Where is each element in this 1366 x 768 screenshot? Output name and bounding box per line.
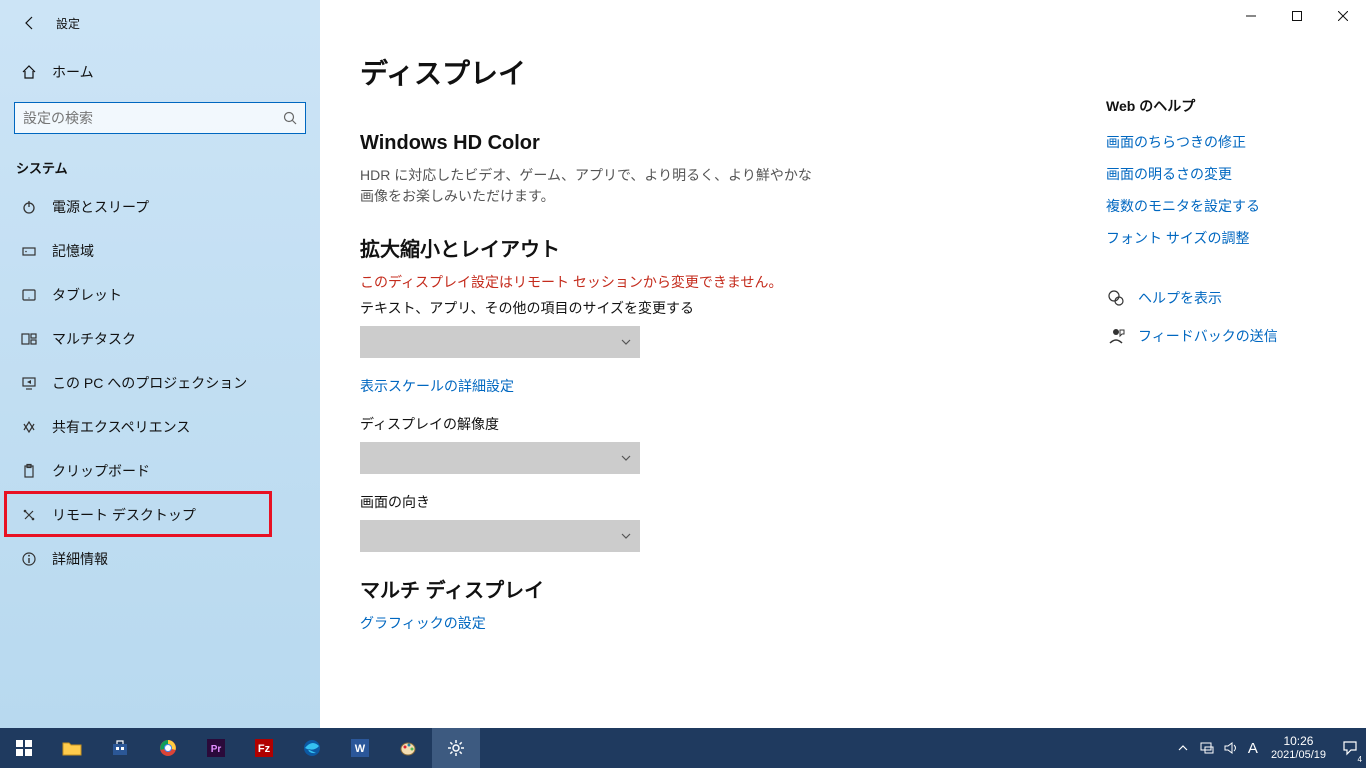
search-icon: [283, 111, 297, 125]
search-box[interactable]: [14, 102, 306, 134]
multi-display-title: マルチ ディスプレイ: [360, 574, 1326, 603]
clipboard-icon: [20, 462, 38, 480]
scale-combobox[interactable]: [360, 326, 640, 358]
svg-text:W: W: [355, 743, 366, 755]
sidebar-section-label: システム: [0, 140, 320, 185]
storage-icon: [20, 242, 38, 260]
sidebar-item-label: 記憶域: [52, 241, 94, 261]
search-input[interactable]: [23, 110, 283, 126]
chevron-down-icon: [620, 336, 632, 348]
minimize-button[interactable]: [1228, 0, 1274, 32]
web-help-title: Web のヘルプ: [1106, 96, 1326, 116]
taskbar-premiere[interactable]: Pr: [192, 728, 240, 768]
sidebar-item-label: タブレット: [52, 285, 122, 305]
paint-icon: [399, 739, 417, 757]
premiere-icon: Pr: [207, 739, 225, 757]
get-help-label: ヘルプを表示: [1138, 288, 1222, 308]
sidebar-item-label: リモート デスクトップ: [52, 505, 196, 525]
resolution-label: ディスプレイの解像度: [360, 414, 1326, 434]
maximize-button[interactable]: [1274, 0, 1320, 32]
sidebar-item-multitask[interactable]: マルチタスク: [0, 317, 320, 361]
sidebar-item-label: 電源とスリープ: [52, 197, 149, 217]
taskbar-clock[interactable]: 10:26 2021/05/19: [1263, 734, 1334, 762]
power-icon: [20, 198, 38, 216]
help-link[interactable]: 複数のモニタを設定する: [1106, 196, 1326, 216]
taskbar: Pr Fz W A 10:26 2021/05/19 4: [0, 728, 1366, 768]
window-title: 設定: [56, 15, 80, 32]
svg-text:Fz: Fz: [258, 743, 271, 755]
taskbar-date: 2021/05/19: [1271, 749, 1326, 762]
sidebar: 設定 ホーム システム 電源とスリープ記憶域タブレットマルチタスクこの PC へ…: [0, 0, 320, 728]
word-icon: W: [351, 739, 369, 757]
help-icon: [1106, 288, 1126, 308]
feedback-action[interactable]: フィードバックの送信: [1106, 326, 1326, 346]
taskbar-settings[interactable]: [432, 728, 480, 768]
sidebar-item-label: クリップボード: [52, 461, 150, 481]
orientation-label: 画面の向き: [360, 492, 1326, 512]
advanced-scale-link[interactable]: 表示スケールの詳細設定: [360, 376, 514, 396]
info-icon: [20, 550, 38, 568]
sidebar-home-label: ホーム: [52, 62, 94, 82]
sidebar-item-label: この PC へのプロジェクション: [52, 373, 247, 393]
svg-text:Pr: Pr: [211, 744, 222, 755]
sidebar-item-label: 詳細情報: [52, 549, 108, 569]
gear-icon: [447, 739, 465, 757]
close-button[interactable]: [1320, 0, 1366, 32]
page-title: ディスプレイ: [360, 52, 1326, 92]
filezilla-icon: Fz: [255, 739, 273, 757]
orientation-combobox[interactable]: [360, 520, 640, 552]
tray-volume[interactable]: [1219, 728, 1243, 768]
chrome-icon: [159, 739, 177, 757]
sidebar-item-shared[interactable]: 共有エクスペリエンス: [0, 405, 320, 449]
content-area: ディスプレイ Windows HD Color HDR に対応したビデオ、ゲーム…: [320, 0, 1366, 728]
tablet-icon: [20, 286, 38, 304]
shared-icon: [20, 418, 38, 436]
edge-icon: [303, 739, 321, 757]
tray-chevron[interactable]: [1171, 728, 1195, 768]
back-icon: [22, 15, 38, 31]
right-column: Web のヘルプ 画面のちらつきの修正 画面の明るさの変更 複数のモニタを設定す…: [1106, 96, 1326, 346]
remote-icon: [20, 506, 38, 524]
sidebar-item-tablet[interactable]: タブレット: [0, 273, 320, 317]
taskbar-chrome[interactable]: [144, 728, 192, 768]
sidebar-item-remote[interactable]: リモート デスクトップ: [0, 493, 320, 537]
sidebar-item-info[interactable]: 詳細情報: [0, 537, 320, 581]
tray-ime[interactable]: A: [1243, 728, 1263, 768]
sidebar-item-label: マルチタスク: [52, 329, 136, 349]
help-link[interactable]: 画面の明るさの変更: [1106, 164, 1326, 184]
graphics-settings-link[interactable]: グラフィックの設定: [360, 613, 486, 633]
taskbar-filezilla[interactable]: Fz: [240, 728, 288, 768]
resolution-combobox[interactable]: [360, 442, 640, 474]
sidebar-item-storage[interactable]: 記憶域: [0, 229, 320, 273]
chevron-down-icon: [620, 530, 632, 542]
feedback-label: フィードバックの送信: [1138, 326, 1278, 346]
tray-network[interactable]: [1195, 728, 1219, 768]
back-button[interactable]: [10, 3, 50, 43]
sidebar-item-projection[interactable]: この PC へのプロジェクション: [0, 361, 320, 405]
get-help-action[interactable]: ヘルプを表示: [1106, 288, 1326, 308]
feedback-icon: [1106, 326, 1126, 346]
sidebar-home[interactable]: ホーム: [0, 52, 320, 92]
notification-badge: 4: [1356, 755, 1364, 764]
taskbar-explorer[interactable]: [48, 728, 96, 768]
store-icon: [111, 739, 129, 757]
help-link[interactable]: 画面のちらつきの修正: [1106, 132, 1326, 152]
sidebar-item-clipboard[interactable]: クリップボード: [0, 449, 320, 493]
taskbar-edge[interactable]: [288, 728, 336, 768]
taskbar-store[interactable]: [96, 728, 144, 768]
taskbar-paint[interactable]: [384, 728, 432, 768]
sidebar-item-power[interactable]: 電源とスリープ: [0, 185, 320, 229]
chevron-down-icon: [620, 452, 632, 464]
folder-icon: [62, 740, 82, 756]
sidebar-item-label: 共有エクスペリエンス: [52, 417, 190, 437]
projection-icon: [20, 374, 38, 392]
start-button[interactable]: [0, 728, 48, 768]
hd-color-desc: HDR に対応したビデオ、ゲーム、アプリで、より明るく、より鮮やかな画像をお楽し…: [360, 165, 820, 207]
home-icon: [20, 64, 38, 80]
multitask-icon: [20, 330, 38, 348]
action-center[interactable]: 4: [1334, 728, 1366, 768]
help-link[interactable]: フォント サイズの調整: [1106, 228, 1326, 248]
taskbar-word[interactable]: W: [336, 728, 384, 768]
taskbar-time: 10:26: [1271, 734, 1326, 748]
